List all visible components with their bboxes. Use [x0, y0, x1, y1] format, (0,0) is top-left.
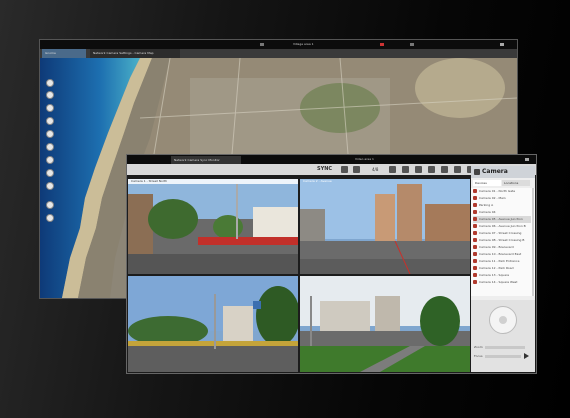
panel-tab-locations[interactable]: Locations [502, 180, 530, 186]
play-icon[interactable] [524, 353, 529, 359]
camera-tile-1-label: Camera 1 - Street North [131, 179, 168, 183]
settings-icon[interactable] [410, 43, 414, 46]
list-item[interactable]: Camera 01 - North Gate [473, 188, 531, 195]
rewind-icon[interactable] [389, 166, 396, 173]
camera-tile-1-titlebar: Camera 1 - Street North [128, 179, 298, 184]
list-item[interactable]: Parking A [473, 202, 531, 209]
ptz-joystick[interactable] [489, 306, 517, 334]
ptz-center-knob[interactable] [499, 316, 507, 324]
layers-button[interactable] [46, 117, 54, 125]
camera-icon [473, 231, 477, 235]
camera-titlebar-info: Video area 1 [355, 157, 374, 161]
list-item[interactable]: Camera 07 - Street Crossing [473, 230, 531, 237]
forward-icon[interactable] [441, 166, 448, 173]
window-close-icon[interactable] [500, 43, 504, 46]
camera-tile-3[interactable] [128, 276, 298, 372]
layout-icon[interactable] [341, 166, 348, 173]
map-titlebar-icons [260, 43, 510, 46]
zoom-in-button[interactable] [46, 91, 54, 99]
camera-icon [473, 280, 477, 284]
list-item[interactable]: Camera 04 [473, 209, 531, 216]
tab-gnome-label: Gnome [45, 51, 56, 55]
panel-tab-locations-label: Locations [504, 181, 519, 185]
snapshot-icon[interactable] [454, 166, 461, 173]
camera-icon [473, 196, 477, 200]
camera-feed-2 [300, 179, 470, 274]
panel-tab-devices-label: Devices [475, 181, 487, 185]
camera-window-tab[interactable]: Network Camera Sync Monitor [171, 156, 241, 164]
camera-icon [473, 203, 477, 207]
camera-icon [473, 217, 477, 221]
camera-panel-header: Camera [471, 166, 535, 178]
list-item[interactable]: Camera 12 - Park Road [473, 265, 531, 272]
window-close-icon[interactable] [525, 158, 529, 161]
camera-icon [473, 224, 477, 228]
stop-icon[interactable] [428, 166, 435, 173]
list-item[interactable]: Camera 09 - Boulevard [473, 244, 531, 251]
measure-button[interactable] [46, 143, 54, 151]
record-icon[interactable] [380, 43, 384, 46]
camera-feed-4 [300, 276, 470, 372]
ptz-section: Zoom Focus [471, 300, 535, 372]
pin-button[interactable] [46, 201, 54, 209]
tab-camera-map[interactable]: Network Camera Settings - Camera Map [90, 49, 180, 58]
camera-tile-2-titlebar: Camera 2 - Avenue [300, 179, 470, 184]
tab-gnome[interactable]: Gnome [42, 49, 86, 58]
camera-button[interactable] [46, 130, 54, 138]
camera-feed-1 [128, 179, 298, 274]
camera-tile-1[interactable]: Camera 1 - Street North [128, 179, 298, 274]
select-button[interactable] [46, 169, 54, 177]
camera-tile-2-label: Camera 2 - Avenue [303, 179, 332, 183]
camera-window-tab-label: Network Camera Sync Monitor [174, 158, 220, 162]
camera-titlebar: Network Camera Sync Monitor Video area 1 [127, 155, 536, 164]
camera-list: Camera 01 - North Gate Camera 02 - Main … [471, 188, 535, 296]
panel-title: Camera [482, 168, 508, 175]
tab-camera-map-label: Network Camera Settings - Camera Map [93, 51, 154, 55]
list-item[interactable]: Camera 08 - Street Crossing B [473, 237, 531, 244]
camera-panel: Camera Devices Locations Camera 01 - Nor… [471, 166, 535, 372]
speed-label: 4/8 [372, 167, 379, 172]
camera-feed-3 [128, 276, 298, 372]
menu-icon[interactable] [260, 43, 264, 46]
home-button[interactable] [46, 214, 54, 222]
pan-button[interactable] [46, 79, 54, 87]
sync-button[interactable]: SYNC [317, 165, 332, 174]
play-icon[interactable] [402, 166, 409, 173]
zoom-slider[interactable] [485, 346, 525, 349]
map-tabbar: Gnome Network Camera Settings - Camera M… [40, 49, 517, 58]
zoom-label: Zoom [474, 345, 483, 349]
list-item[interactable]: Camera 06 - Avenue Junction B [473, 223, 531, 230]
list-item[interactable]: Camera 11 - Park Entrance [473, 258, 531, 265]
zoom-out-button[interactable] [46, 104, 54, 112]
camera-icon [473, 266, 477, 270]
camera-icon [473, 238, 477, 242]
print-button[interactable] [46, 182, 54, 190]
camera-icon [474, 169, 480, 175]
camera-icon [473, 259, 477, 263]
map-titlebar: Village area 1 [40, 40, 517, 49]
list-item[interactable]: Camera 05 - Avenue Junction [473, 216, 531, 223]
camera-icon [473, 273, 477, 277]
camera-icon [473, 252, 477, 256]
camera-tile-4[interactable] [300, 276, 470, 372]
pause-icon[interactable] [415, 166, 422, 173]
camera-icon [473, 245, 477, 249]
camera-icon [473, 210, 477, 214]
list-scrollbar[interactable] [532, 188, 534, 296]
camera-icon [473, 189, 477, 193]
focus-label: Focus [474, 354, 483, 358]
panel-tab-devices[interactable]: Devices [473, 180, 501, 186]
camera-tile-2[interactable]: Camera 2 - Avenue [300, 179, 470, 274]
list-item[interactable]: Camera 02 - Main [473, 195, 531, 202]
list-item[interactable]: Camera 13 - Square [473, 272, 531, 279]
list-item[interactable]: Camera 10 - Boulevard East [473, 251, 531, 258]
list-item[interactable]: Camera 14 - Square West [473, 279, 531, 286]
focus-slider[interactable] [485, 355, 521, 358]
grid-icon[interactable] [353, 166, 360, 173]
search-button[interactable] [46, 156, 54, 164]
camera-window: Network Camera Sync Monitor Video area 1… [126, 154, 537, 374]
